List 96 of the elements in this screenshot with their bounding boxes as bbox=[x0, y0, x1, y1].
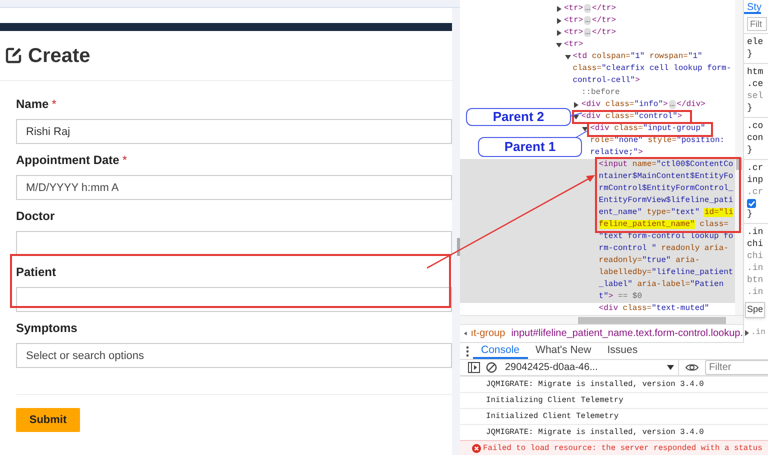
submit-button[interactable]: Submit bbox=[16, 408, 80, 432]
required-mark: * bbox=[122, 152, 128, 169]
style-rule-text: .cr bbox=[747, 187, 764, 198]
dom-node-row[interactable] bbox=[460, 159, 736, 303]
sidebar-icon[interactable] bbox=[468, 362, 480, 373]
code-line: <tr> bbox=[564, 41, 584, 49]
style-rule-text: .ce bbox=[747, 79, 764, 90]
input-field[interactable]: M/D/YYYY h:mm A bbox=[16, 175, 452, 200]
field-label: Appointment Date bbox=[16, 152, 120, 169]
style-rule-text: sel bbox=[747, 91, 764, 102]
styles-tab[interactable]: Sty bbox=[744, 0, 762, 14]
style-rule-text: ele bbox=[747, 37, 764, 48]
code-line: feline_patient_name" class= bbox=[598, 221, 728, 229]
dom-node-row[interactable]: <tr> bbox=[556, 39, 584, 51]
input-field[interactable]: Select or search options bbox=[16, 343, 452, 368]
input-field[interactable] bbox=[16, 287, 452, 312]
breadcrumb[interactable]: ıt-group bbox=[470, 326, 506, 341]
code-line: relative;"> bbox=[590, 149, 643, 157]
style-rule-text: chi bbox=[747, 251, 764, 262]
leader-line bbox=[570, 112, 582, 116]
filter-field[interactable]: Filt bbox=[747, 17, 767, 31]
dom-node-row[interactable]: <td colspan="1" rowspan="1" class="clearfix cell lookup form- control-cell"> bbox=[564, 51, 732, 87]
edit-icon bbox=[5, 47, 22, 64]
code-line: <div class="control"> bbox=[581, 113, 682, 121]
code-line: <tr> … </tr> bbox=[564, 29, 616, 37]
code-line: class="clearfix cell lookup form- bbox=[572, 65, 732, 73]
more-options-icon[interactable] bbox=[466, 346, 469, 356]
style-rule-text: .in bbox=[747, 287, 764, 298]
dom-node-row[interactable]: <tr> … </tr> bbox=[556, 15, 616, 27]
scroll-right-icon[interactable] bbox=[745, 330, 749, 336]
code-line: labelledby="lifeline_patient bbox=[598, 269, 734, 277]
style-rule-text: } bbox=[747, 103, 754, 114]
checkbox[interactable] bbox=[747, 199, 756, 208]
input-field[interactable] bbox=[16, 231, 452, 256]
style-rule-text: .cr bbox=[747, 163, 764, 174]
drawer-tab[interactable]: Console bbox=[473, 343, 528, 359]
style-rule-text: btn bbox=[747, 275, 764, 286]
scroll-left-icon[interactable] bbox=[464, 330, 467, 337]
code-line: <input name="ctl00$ContentCo bbox=[598, 161, 734, 169]
dom-node-row[interactable]: <div class="control"> bbox=[573, 111, 682, 123]
code-line: <div class="input-group" bbox=[590, 125, 706, 133]
code-line: <tr> … </tr> bbox=[564, 5, 616, 13]
code-line: <td colspan="1" rowspan="1" bbox=[572, 53, 702, 61]
clear-icon[interactable] bbox=[486, 362, 497, 373]
field-label: Doctor bbox=[16, 208, 55, 225]
eye-icon[interactable] bbox=[685, 363, 699, 372]
callout: Parent 2 bbox=[466, 108, 571, 126]
dom-node-row[interactable]: <tr> … </tr> bbox=[556, 27, 616, 39]
dom-node-row[interactable]: <tr> … </tr> bbox=[556, 3, 616, 15]
code-line: t"> == $0 bbox=[598, 293, 642, 301]
page-heading: Create bbox=[28, 44, 90, 68]
scrollbar-thumb[interactable] bbox=[578, 317, 726, 324]
style-rule-text: } bbox=[747, 145, 754, 156]
code-line: <div class="text-muted" bbox=[598, 305, 710, 313]
style-rule-text: .in bbox=[747, 227, 764, 238]
breadcrumb[interactable]: input#lifeline_patient_name.text.form-control.lookup. bbox=[511, 326, 743, 341]
caret-icon bbox=[667, 365, 674, 370]
required-mark: * bbox=[52, 96, 56, 113]
style-rule-text: chi bbox=[747, 239, 764, 250]
horizontal-scrollbar[interactable] bbox=[460, 315, 743, 325]
style-rule-text: htm bbox=[747, 67, 764, 78]
style-rule-text: .in bbox=[747, 263, 764, 274]
tooltip: Spe bbox=[745, 302, 766, 318]
drawer-tab[interactable]: What's New bbox=[528, 343, 600, 359]
dom-node-row[interactable]: <div class="text-muted" bbox=[590, 303, 710, 315]
filter-field[interactable]: Filter bbox=[705, 360, 768, 375]
dom-node-row[interactable]: <div class="info"> … </div> bbox=[573, 99, 706, 111]
style-rule-text: } bbox=[747, 209, 754, 220]
resize-handle[interactable] bbox=[457, 238, 460, 256]
error-icon bbox=[472, 444, 481, 453]
style-rule-text: .co bbox=[747, 121, 764, 132]
code-line: rm-control " readonly aria- bbox=[598, 245, 728, 253]
callout: Parent 1 bbox=[478, 137, 582, 157]
vertical-scrollbar[interactable] bbox=[735, 0, 743, 315]
code-line: ::before bbox=[581, 89, 620, 97]
code-line: <tr> … </tr> bbox=[564, 17, 616, 25]
style-rule-text: } bbox=[747, 49, 754, 60]
style-rule-text: con bbox=[747, 133, 764, 144]
code-line: EntityFormView$lifeline_pati bbox=[598, 197, 734, 205]
dom-node-row[interactable]: ::before bbox=[573, 87, 620, 99]
code-line: _label" aria-label="Patien bbox=[598, 281, 724, 289]
code-line: rmControl$EntityFormControl_ bbox=[598, 185, 734, 193]
expand-arrow-icon[interactable] bbox=[573, 102, 580, 108]
input-field[interactable]: Rishi Raj bbox=[16, 119, 452, 144]
context-dropdown[interactable]: 29042425-d0aa-46... bbox=[503, 360, 679, 375]
code-line: <div class="info"> … </div> bbox=[581, 101, 706, 109]
code-line: ent_name" type="text" id="li bbox=[598, 209, 734, 217]
field-label: Symptoms bbox=[16, 320, 78, 337]
drawer-tab[interactable]: Issues bbox=[599, 343, 646, 359]
code-line: ntainer$MainContent$EntityFo bbox=[598, 173, 734, 181]
breadcrumb[interactable]: .in bbox=[751, 327, 766, 339]
code-line: readonly="true" aria- bbox=[598, 257, 700, 265]
field-label: Name bbox=[16, 96, 49, 113]
field-label: Patient bbox=[16, 264, 56, 281]
style-rule-text: inp bbox=[747, 175, 764, 186]
code-line: control-cell"> bbox=[572, 77, 640, 85]
